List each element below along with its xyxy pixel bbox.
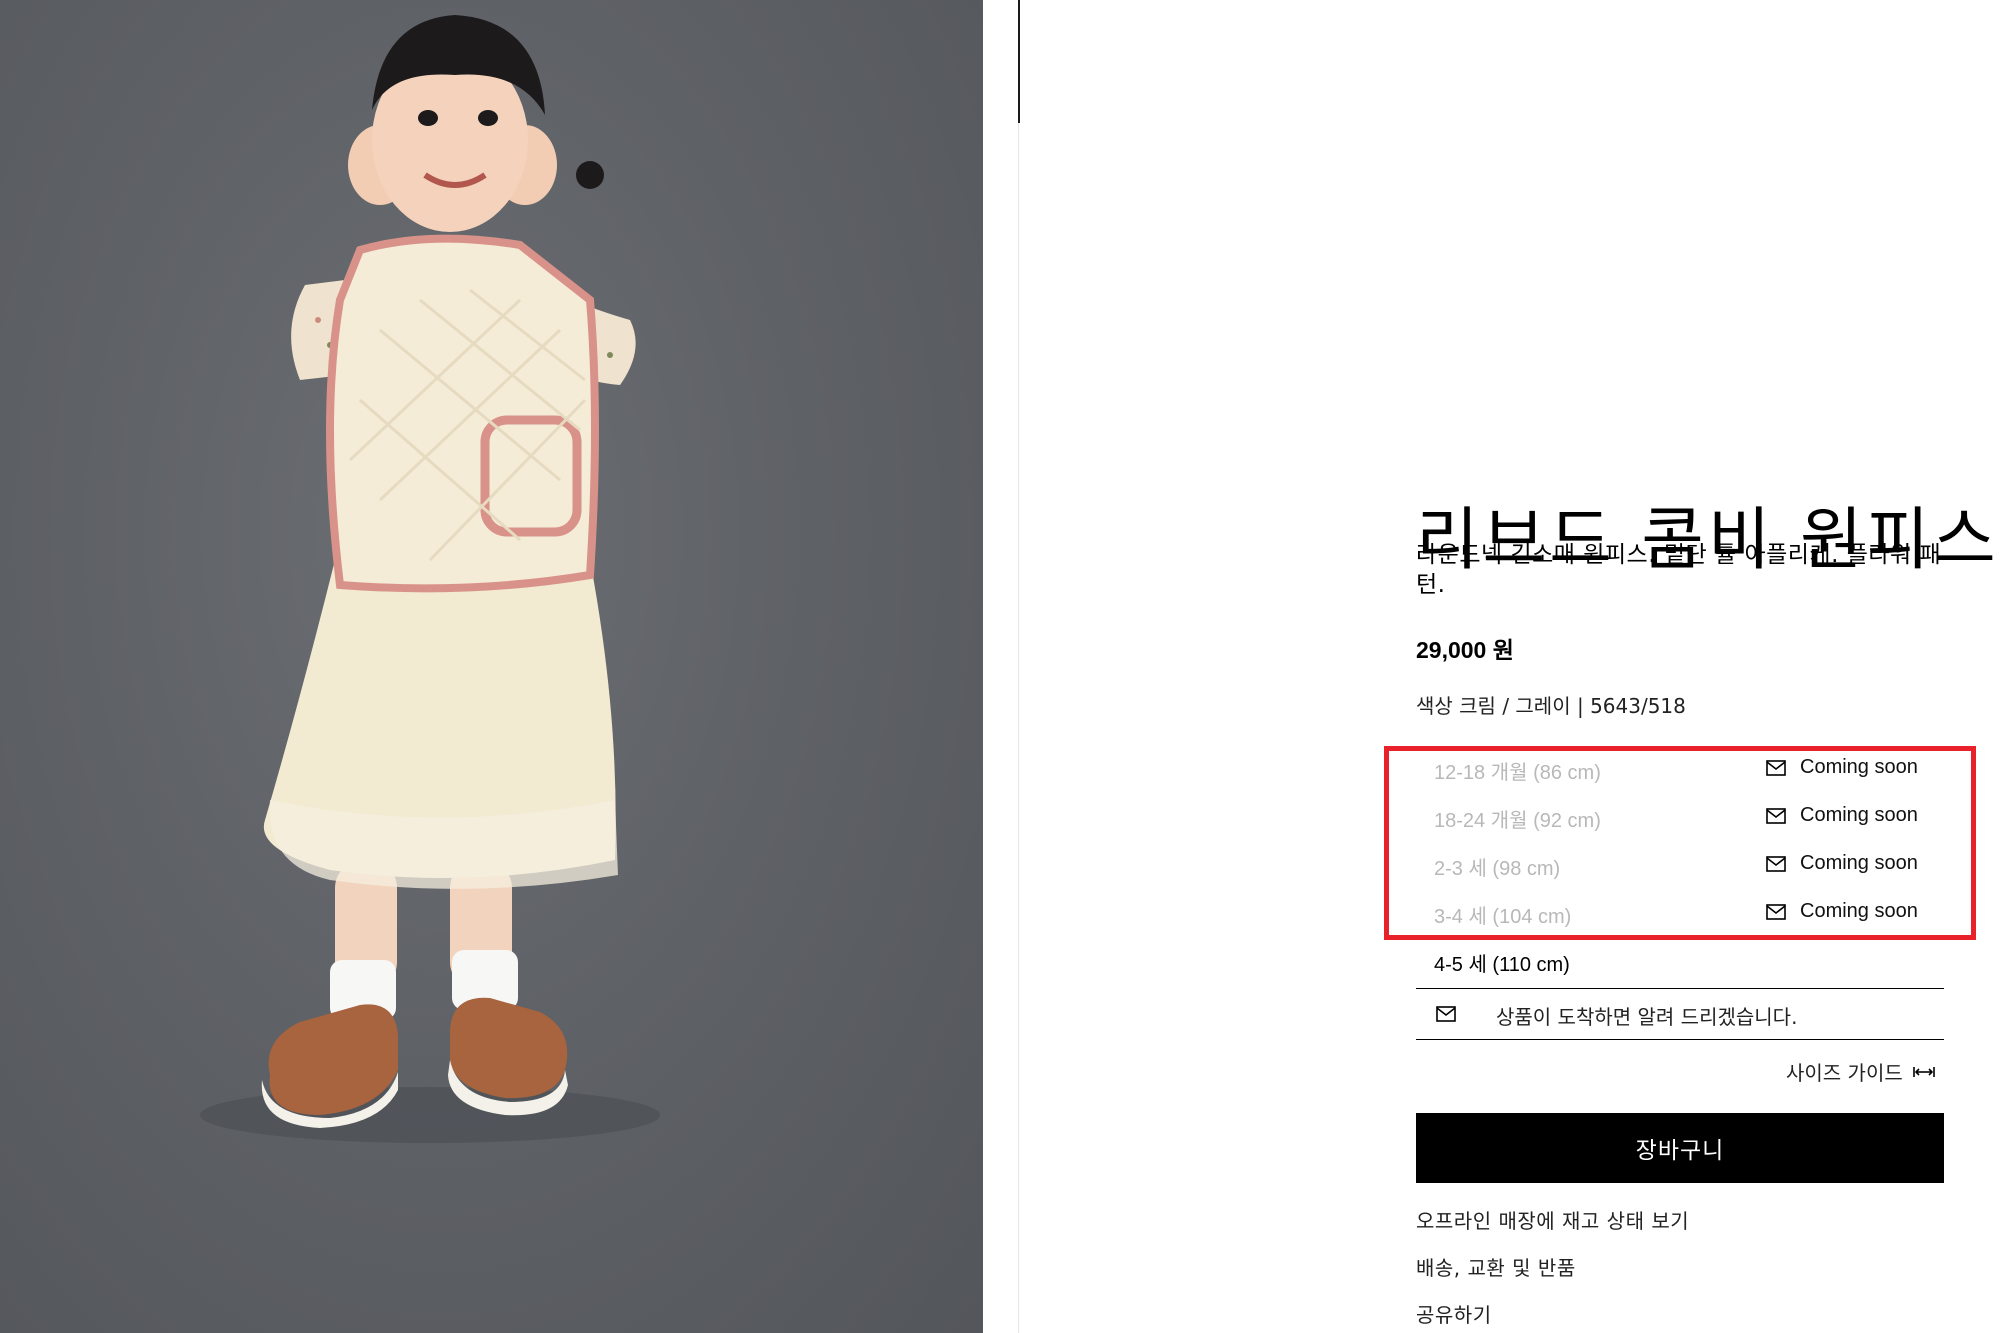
mail-icon — [1766, 807, 1786, 824]
size-option-2-3y[interactable]: 2-3 세 (98 cm) Coming soon — [1416, 848, 1944, 896]
size-option-12-18m[interactable]: 12-18 개월 (86 cm) Coming soon — [1416, 752, 1944, 800]
mail-icon — [1766, 855, 1786, 872]
product-page: 리브드 콤비 원피스 라운드넥 긴소매 원피스. 밑단 튤 아플리케. 플라워 … — [0, 0, 2000, 1333]
child-model-illustration — [200, 15, 660, 1143]
coming-soon-label: Coming soon — [1800, 900, 1918, 922]
photo-gutter — [983, 0, 1019, 1333]
product-description: 라운드넥 긴소매 원피스. 밑단 튤 아플리케. 플라워 패턴. — [1416, 542, 1942, 598]
size-label: 2-3 세 (98 cm) — [1434, 858, 1561, 880]
ruler-icon — [1912, 1066, 1935, 1077]
coming-soon-label: Coming soon — [1800, 852, 1918, 874]
size-label: 4-5 세 (110 cm) — [1434, 954, 1570, 976]
mail-icon — [1766, 903, 1786, 920]
scroll-indicator[interactable] — [1018, 0, 1020, 123]
size-option-18-24m[interactable]: 18-24 개월 (92 cm) Coming soon — [1416, 800, 1944, 848]
product-color-reference: 색상 크림 / 그레이 | 5643/518 — [1416, 694, 1686, 718]
product-photo — [0, 0, 983, 1333]
notify-text: 상품이 도착하면 알려 드리겠습니다. — [1496, 1005, 1798, 1029]
coming-soon-label: Coming soon — [1800, 756, 1918, 778]
size-guide-link[interactable]: 사이즈 가이드 — [1786, 1057, 1935, 1086]
size-option-4-5y[interactable]: 4-5 세 (110 cm) — [1416, 944, 1944, 992]
size-status[interactable]: Coming soon — [1766, 804, 1918, 827]
size-label: 18-24 개월 (92 cm) — [1434, 810, 1601, 832]
share-link[interactable]: 공유하기 — [1416, 1299, 1689, 1333]
notify-when-available[interactable]: 상품이 도착하면 알려 드리겠습니다. — [1416, 988, 1944, 1040]
size-selector: 12-18 개월 (86 cm) Coming soon 18-24 개월 (9… — [1416, 752, 1944, 992]
vertical-divider — [1018, 123, 1019, 1333]
store-availability-link[interactable]: 오프라인 매장에 재고 상태 보기 — [1416, 1205, 1689, 1252]
shipping-returns-link[interactable]: 배송, 교환 및 반품 — [1416, 1252, 1689, 1299]
size-guide-label: 사이즈 가이드 — [1786, 1061, 1903, 1085]
size-status[interactable]: Coming soon — [1766, 756, 1918, 779]
size-label: 12-18 개월 (86 cm) — [1434, 762, 1601, 784]
size-option-3-4y[interactable]: 3-4 세 (104 cm) Coming soon — [1416, 896, 1944, 944]
size-label: 3-4 세 (104 cm) — [1434, 906, 1572, 928]
coming-soon-label: Coming soon — [1800, 804, 1918, 826]
size-status[interactable]: Coming soon — [1766, 900, 1918, 923]
product-links: 오프라인 매장에 재고 상태 보기 배송, 교환 및 반품 공유하기 — [1416, 1205, 1689, 1333]
mail-icon — [1766, 759, 1786, 776]
size-status[interactable]: Coming soon — [1766, 852, 1918, 875]
add-to-cart-button[interactable]: 장바구니 — [1416, 1113, 1944, 1183]
mail-icon — [1436, 1006, 1456, 1022]
product-price: 29,000 원 — [1416, 637, 1514, 663]
